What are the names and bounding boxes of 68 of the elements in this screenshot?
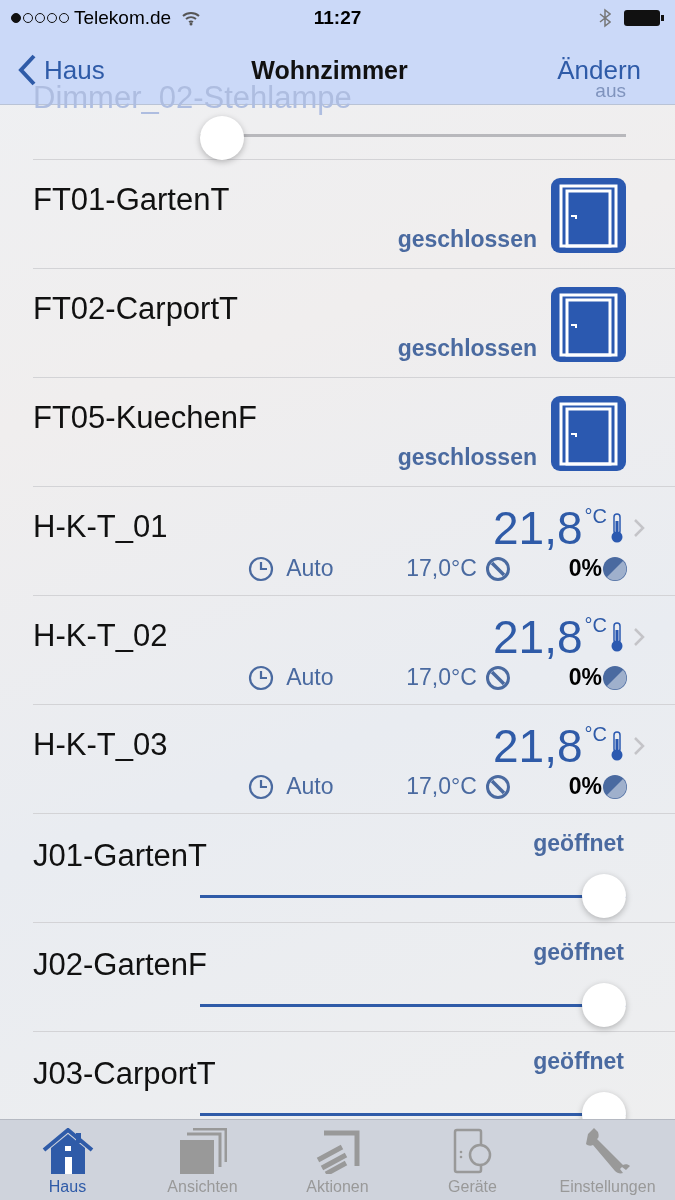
valve-value: 0% [568, 555, 602, 582]
window-status: geschlossen [397, 226, 537, 253]
thermometer-icon [609, 622, 625, 652]
half-circle-icon [602, 555, 628, 582]
tab-item[interactable]: Einstellungen [540, 1120, 675, 1200]
door-icon [551, 178, 626, 253]
stacked-pages-icon [178, 1128, 227, 1174]
valve-value: 0% [568, 773, 602, 800]
setpoint-value: 17,0°C [406, 555, 477, 582]
mode-label: Auto [286, 773, 335, 800]
chevron-icon[interactable] [633, 518, 645, 538]
house-icon [41, 1128, 94, 1174]
door-icon [551, 287, 626, 362]
signal-icon [10, 11, 70, 25]
wifi-icon [181, 10, 202, 26]
mode-label: Auto [286, 664, 335, 691]
clock-icon [248, 664, 275, 691]
device-name: FT01-GartenT [33, 182, 230, 218]
chevron-icon[interactable] [633, 627, 645, 647]
temperature-value: 21,8 [493, 505, 583, 551]
window-status: geschlossen [397, 335, 537, 362]
half-circle-icon [602, 664, 628, 691]
carrier-name: Telekom.de [74, 7, 172, 29]
thermometer-icon [609, 731, 625, 761]
door-icon [551, 396, 626, 471]
battery-icon [623, 9, 665, 27]
device-name: J02-GartenF [33, 947, 207, 983]
bluetooth-icon [599, 8, 611, 28]
slider-thumb[interactable] [582, 983, 626, 1027]
tab-item[interactable]: Geräte [405, 1120, 540, 1200]
shutter-status: geöffnet [533, 1048, 624, 1075]
shutter-status: geöffnet [533, 830, 624, 857]
temperature-value: 21,8 [493, 614, 583, 660]
thermometer-icon [609, 513, 625, 543]
window-status: geschlossen [397, 444, 537, 471]
wrench-icon [583, 1126, 632, 1174]
temperature-unit: °C [584, 723, 607, 746]
device-icon [452, 1128, 493, 1174]
status-time: 11:27 [313, 7, 362, 29]
dial-icon [484, 773, 511, 800]
tab-item[interactable]: Haus [0, 1120, 135, 1200]
device-name: H-K-T_03 [33, 727, 168, 763]
valve-value: 0% [568, 664, 602, 691]
tab-item[interactable]: Ansichten [135, 1120, 270, 1200]
chevron-icon[interactable] [633, 736, 645, 756]
ramp-icon [315, 1130, 360, 1174]
temperature-unit: °C [584, 505, 607, 528]
device-name: H-K-T_02 [33, 618, 168, 654]
setpoint-value: 17,0°C [406, 664, 477, 691]
clock-icon [248, 555, 275, 582]
half-circle-icon [602, 773, 628, 800]
device-name: J01-GartenT [33, 838, 207, 874]
dial-icon [484, 664, 511, 691]
dial-icon [484, 555, 511, 582]
temperature-value: 21,8 [493, 723, 583, 769]
slider-thumb[interactable] [582, 874, 626, 918]
clock-icon [248, 773, 275, 800]
slider-thumb[interactable] [200, 116, 244, 160]
device-name: FT02-CarportT [33, 291, 238, 327]
setpoint-value: 17,0°C [406, 773, 477, 800]
mode-label: Auto [286, 555, 335, 582]
device-name: J03-CarportT [33, 1056, 216, 1092]
device-name: FT05-KuechenF [33, 400, 257, 436]
tab-item[interactable]: Aktionen [270, 1120, 405, 1200]
device-name: H-K-T_01 [33, 509, 168, 545]
temperature-unit: °C [584, 614, 607, 637]
shutter-status: geöffnet [533, 939, 624, 966]
back-chevron-icon [18, 54, 36, 86]
